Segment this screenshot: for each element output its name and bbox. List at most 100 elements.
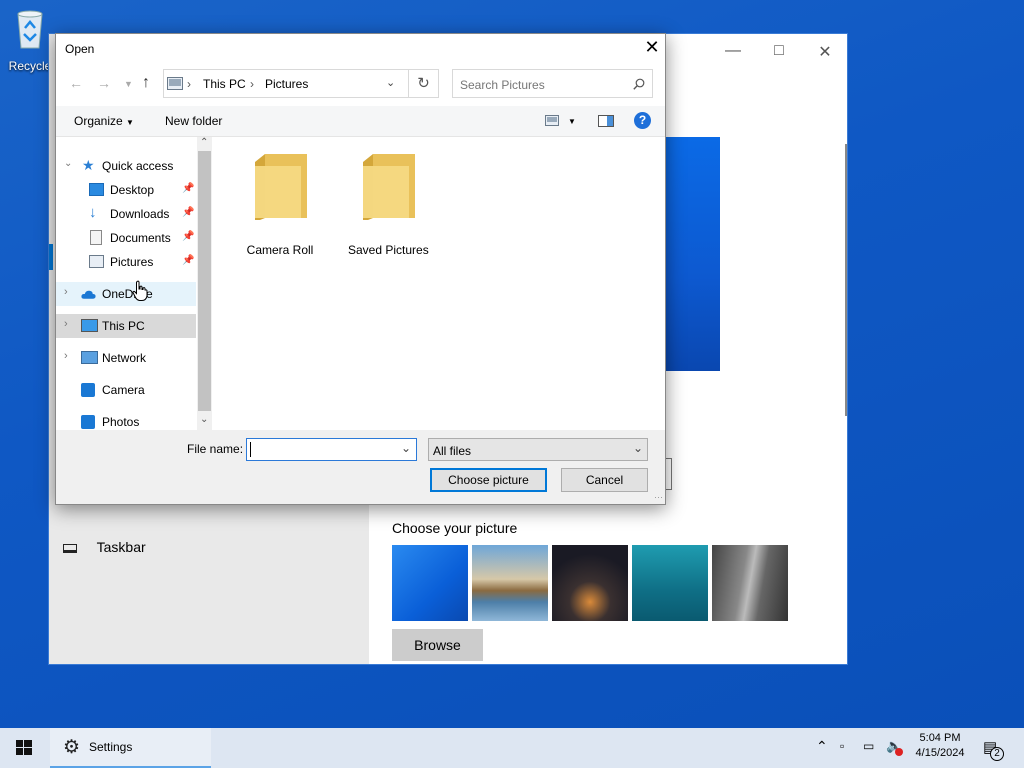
search-icon [633,78,645,90]
open-dialog: Open ✕ ← → ▼ ↑ › This PC › Pictures ⌄ ↻ … [55,33,666,505]
dialog-toolbar: Organize ▼ New folder ▼ [56,106,665,137]
maximize-button[interactable]: □ [764,42,794,62]
file-type-select[interactable]: All files ⌄ [428,438,648,461]
nav-desktop-label: Desktop [110,183,155,197]
nav-this-pc[interactable]: › This PC [56,314,196,338]
recent-locations-icon[interactable]: ▼ [124,79,133,89]
cancel-button[interactable]: Cancel [561,468,648,492]
scrollbar-thumb[interactable] [198,151,211,411]
choose-picture-button[interactable]: Choose picture [430,468,547,492]
gear-icon: ⚙ [63,737,81,758]
nav-this-pc-label: This PC [102,319,145,333]
address-bar[interactable]: › This PC › Pictures ⌄ [163,69,439,98]
folder-saved-pictures[interactable]: Saved Pictures [348,152,429,257]
hand-cursor-icon [132,280,148,301]
network-icon [81,351,98,364]
nav-downloads[interactable]: ↓ Downloads 📌 [56,202,196,226]
breadcrumb-separator-icon: › [187,77,191,91]
nav-onedrive[interactable]: › OneDrive [56,282,196,306]
nav-camera[interactable]: Camera [56,378,196,402]
file-name-dropdown-icon[interactable]: ⌄ [401,441,411,455]
file-type-value: All files [433,444,472,458]
help-icon[interactable]: ? [634,112,651,129]
pin-icon: 📌 [182,183,195,194]
resize-grip-icon[interactable]: ⋯ [654,492,663,503]
taskbar-settings-label: Settings [89,740,133,754]
picture-thumb-underwater[interactable] [632,545,708,621]
breadcrumb-pictures[interactable]: Pictures [265,77,308,91]
folder-name: Camera Roll [246,243,314,257]
file-name-label: File name: [187,442,244,456]
clock-date: 4/15/2024 [915,747,965,759]
recycle-bin-label: Recycle [8,59,52,73]
cloud-icon [81,290,96,299]
nav-documents[interactable]: Documents 📌 [56,226,196,250]
minimize-button[interactable]: — [718,42,748,62]
computer-icon [81,319,98,332]
file-name-input[interactable]: ⌄ [246,438,417,461]
windows-start-icon[interactable] [0,728,48,768]
organize-label: Organize [74,114,123,128]
settings-nav-taskbar-label: Taskbar [96,539,146,555]
breadcrumb-separator-icon: › [250,77,254,91]
settings-nav-taskbar[interactable]: Taskbar [63,539,263,563]
change-view-icon[interactable] [545,115,559,126]
picture-thumb-beach[interactable] [472,545,548,621]
pictures-icon [89,255,104,268]
close-button[interactable]: ✕ [810,42,840,62]
pin-icon: 📌 [182,207,195,218]
network-tray-icon[interactable]: ▭ [863,739,874,753]
picture-thumb-waterfall[interactable] [712,545,788,621]
pin-icon: 📌 [182,231,195,242]
address-dropdown-icon[interactable]: ⌄ [386,76,395,89]
breadcrumb-this-pc[interactable]: This PC [203,77,246,91]
dialog-title: Open [65,42,95,56]
browse-button[interactable]: Browse [392,629,483,661]
new-folder-button[interactable]: New folder [165,114,222,128]
forward-arrow-icon[interactable]: → [97,75,111,91]
dialog-close-button[interactable]: ✕ [642,37,662,59]
scroll-up-icon[interactable]: ⌃ [200,137,208,148]
picture-thumb-night-sky[interactable] [552,545,628,621]
nav-selection-indicator [49,244,53,270]
nav-photos-label: Photos [102,415,140,429]
taskbar-settings-app[interactable]: ⚙ Settings [50,728,211,768]
navigation-scrollbar[interactable]: ⌃ ⌄ [197,137,212,430]
pictures-location-icon [167,77,183,90]
expanded-chevron-icon: ⌄ [64,158,73,169]
clock[interactable]: 5:04 PM 4/15/2024 [910,732,970,759]
search-box[interactable]: Search Pictures [452,69,653,98]
nav-quick-access-label: Quick access [102,159,174,173]
nav-quick-access[interactable]: ⌄ ★ Quick access [56,154,196,178]
settings-scrollbar[interactable] [845,144,847,416]
meet-now-icon[interactable]: ▫ [840,739,844,753]
volume-muted-badge [895,748,903,756]
back-arrow-icon[interactable]: ← [69,75,83,91]
choose-picture-heading: Choose your picture [392,520,518,536]
taskbar: ⚙ Settings ⌃ ▫ ▭ 🔈 5:04 PM 4/15/2024 ▤ 2 [0,728,1024,768]
nav-downloads-label: Downloads [110,207,170,221]
folder-camera-roll[interactable]: Camera Roll [240,152,320,257]
nav-desktop[interactable]: Desktop 📌 [56,178,196,202]
download-arrow-icon: ↓ [89,204,97,221]
refresh-icon[interactable]: ↻ [408,69,438,98]
recycle-bin-desktop-icon[interactable]: Recycle [6,8,54,78]
folder-name: Saved Pictures [348,243,429,257]
scroll-down-icon[interactable]: ⌄ [200,414,208,425]
collapsed-chevron-icon: › [64,318,68,330]
tray-overflow-icon[interactable]: ⌃ [816,738,828,755]
preview-pane-icon[interactable] [598,115,614,127]
file-type-dropdown-icon: ⌄ [633,441,644,455]
clock-time: 5:04 PM [919,732,961,744]
picture-thumb-windows[interactable] [392,545,468,621]
document-icon [90,230,102,245]
organize-button[interactable]: Organize ▼ [74,114,134,128]
nav-network-label: Network [102,351,147,365]
view-dropdown-icon[interactable]: ▼ [568,117,576,126]
nav-documents-label: Documents [110,231,171,245]
folder-icon [363,154,415,222]
up-arrow-icon[interactable]: ↑ [142,74,150,92]
nav-pictures[interactable]: Pictures 📌 [56,250,196,274]
nav-network[interactable]: › Network [56,346,196,370]
organize-chevron-icon: ▼ [126,118,134,127]
